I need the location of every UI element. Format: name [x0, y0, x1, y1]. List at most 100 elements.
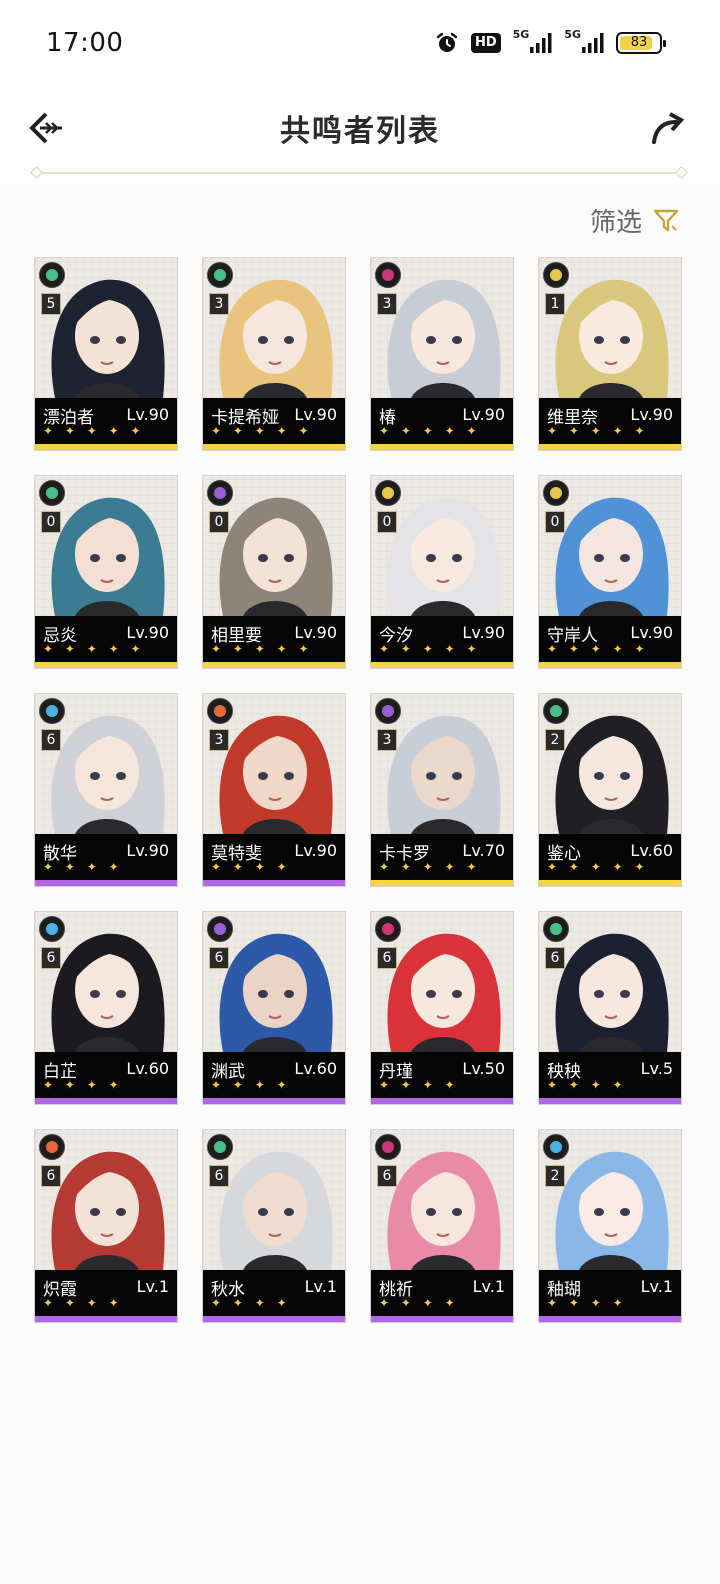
rarity-bar [35, 1316, 177, 1322]
character-stars: ✦ ✦ ✦ ✦ ✦ [379, 860, 481, 874]
character-portrait: 2 [539, 1130, 681, 1270]
character-info: 忌炎 Lv.90 ✦ ✦ ✦ ✦ ✦ [35, 616, 177, 662]
character-level: Lv.1 [136, 1277, 169, 1296]
electro-icon [207, 480, 233, 506]
character-info: 秧秧 Lv.5 ✦ ✦ ✦ ✦ [539, 1052, 681, 1098]
character-info: 秋水 Lv.1 ✦ ✦ ✦ ✦ [203, 1270, 345, 1316]
rank-badge: 5 [41, 293, 61, 315]
rank-badge: 2 [545, 729, 565, 751]
character-card[interactable]: 1 维里奈 Lv.90 ✦ ✦ ✦ ✦ ✦ [538, 257, 682, 451]
electro-icon [375, 698, 401, 724]
character-stars: ✦ ✦ ✦ ✦ [211, 860, 291, 874]
character-card[interactable]: 6 桃祈 Lv.1 ✦ ✦ ✦ ✦ [370, 1129, 514, 1323]
rarity-bar [371, 444, 513, 450]
glacio-icon [39, 698, 65, 724]
character-stars: ✦ ✦ ✦ ✦ ✦ [43, 642, 145, 656]
character-info: 卡提希娅 Lv.90 ✦ ✦ ✦ ✦ ✦ [203, 398, 345, 444]
network-label-2: 5G [564, 28, 581, 41]
rarity-bar [371, 1316, 513, 1322]
aero-icon [39, 262, 65, 288]
share-button[interactable] [646, 106, 690, 150]
rank-badge: 6 [41, 947, 61, 969]
character-info: 今汐 Lv.90 ✦ ✦ ✦ ✦ ✦ [371, 616, 513, 662]
character-card[interactable]: 6 秧秧 Lv.5 ✦ ✦ ✦ ✦ [538, 911, 682, 1105]
character-portrait: 3 [203, 258, 345, 398]
glacio-icon [39, 916, 65, 942]
character-card[interactable]: 0 守岸人 Lv.90 ✦ ✦ ✦ ✦ ✦ [538, 475, 682, 669]
character-card[interactable]: 3 莫特斐 Lv.90 ✦ ✦ ✦ ✦ [202, 693, 346, 887]
character-info: 维里奈 Lv.90 ✦ ✦ ✦ ✦ ✦ [539, 398, 681, 444]
character-portrait: 5 [35, 258, 177, 398]
character-card[interactable]: 0 相里要 Lv.90 ✦ ✦ ✦ ✦ ✦ [202, 475, 346, 669]
character-level: Lv.90 [630, 405, 673, 424]
status-bar: 17:00 HD 5G 5G 83 [0, 0, 720, 86]
character-card[interactable]: 2 釉瑚 Lv.1 ✦ ✦ ✦ ✦ [538, 1129, 682, 1323]
character-level: Lv.90 [630, 623, 673, 642]
character-stars: ✦ ✦ ✦ ✦ [379, 1078, 459, 1092]
character-portrait: 6 [203, 912, 345, 1052]
character-portrait: 3 [203, 694, 345, 834]
character-info: 相里要 Lv.90 ✦ ✦ ✦ ✦ ✦ [203, 616, 345, 662]
rank-badge: 0 [41, 511, 61, 533]
character-portrait: 6 [35, 1130, 177, 1270]
character-card[interactable]: 6 散华 Lv.90 ✦ ✦ ✦ ✦ [34, 693, 178, 887]
character-card[interactable]: 3 卡卡罗 Lv.70 ✦ ✦ ✦ ✦ ✦ [370, 693, 514, 887]
character-stars: ✦ ✦ ✦ ✦ ✦ [211, 424, 313, 438]
character-level: Lv.90 [462, 405, 505, 424]
character-card[interactable]: 0 忌炎 Lv.90 ✦ ✦ ✦ ✦ ✦ [34, 475, 178, 669]
character-portrait: 6 [371, 912, 513, 1052]
filter-button[interactable]: 筛选 [590, 200, 680, 240]
fusion-icon [39, 1134, 65, 1160]
character-portrait: 2 [539, 694, 681, 834]
rarity-bar [203, 1098, 345, 1104]
character-portrait: 0 [371, 476, 513, 616]
character-card[interactable]: 6 炽霞 Lv.1 ✦ ✦ ✦ ✦ [34, 1129, 178, 1323]
character-level: Lv.90 [126, 841, 169, 860]
character-portrait: 6 [539, 912, 681, 1052]
character-level: Lv.60 [630, 841, 673, 860]
rank-badge: 6 [377, 1165, 397, 1187]
character-portrait: 6 [371, 1130, 513, 1270]
havoc-icon [375, 1134, 401, 1160]
rarity-bar [203, 662, 345, 668]
rank-badge: 3 [209, 293, 229, 315]
signal-5g-icon: 5G [513, 28, 553, 58]
character-portrait: 1 [539, 258, 681, 398]
character-stars: ✦ ✦ ✦ ✦ ✦ [43, 424, 145, 438]
character-card[interactable]: 3 椿 Lv.90 ✦ ✦ ✦ ✦ ✦ [370, 257, 514, 451]
alarm-icon [435, 28, 459, 58]
character-info: 莫特斐 Lv.90 ✦ ✦ ✦ ✦ [203, 834, 345, 880]
character-stars: ✦ ✦ ✦ ✦ ✦ [547, 860, 649, 874]
character-card[interactable]: 3 卡提希娅 Lv.90 ✦ ✦ ✦ ✦ ✦ [202, 257, 346, 451]
rarity-bar [539, 1316, 681, 1322]
character-level: Lv.60 [294, 1059, 337, 1078]
rank-badge: 6 [41, 1165, 61, 1187]
rank-badge: 6 [209, 947, 229, 969]
rarity-bar [371, 1098, 513, 1104]
aero-icon [39, 480, 65, 506]
character-level: Lv.1 [304, 1277, 337, 1296]
character-card[interactable]: 5 漂泊者 Lv.90 ✦ ✦ ✦ ✦ ✦ [34, 257, 178, 451]
character-card[interactable]: 6 秋水 Lv.1 ✦ ✦ ✦ ✦ [202, 1129, 346, 1323]
rank-badge: 6 [545, 947, 565, 969]
character-card[interactable]: 6 渊武 Lv.60 ✦ ✦ ✦ ✦ [202, 911, 346, 1105]
character-grid: 5 漂泊者 Lv.90 ✦ ✦ ✦ ✦ ✦ 3 卡提希娅 Lv.90 ✦ ✦ ✦… [34, 257, 682, 1323]
character-stars: ✦ ✦ ✦ ✦ [211, 1296, 291, 1310]
character-card[interactable]: 6 丹瑾 Lv.50 ✦ ✦ ✦ ✦ [370, 911, 514, 1105]
character-card[interactable]: 6 白芷 Lv.60 ✦ ✦ ✦ ✦ [34, 911, 178, 1105]
rank-badge: 0 [545, 511, 565, 533]
hd-label: HD [470, 33, 501, 53]
character-level: Lv.90 [294, 405, 337, 424]
aero-icon [543, 916, 569, 942]
fusion-icon [207, 698, 233, 724]
character-info: 卡卡罗 Lv.70 ✦ ✦ ✦ ✦ ✦ [371, 834, 513, 880]
rarity-bar [371, 880, 513, 886]
character-card[interactable]: 2 鉴心 Lv.60 ✦ ✦ ✦ ✦ ✦ [538, 693, 682, 887]
battery-icon: 83 [616, 28, 666, 58]
character-level: Lv.90 [462, 623, 505, 642]
character-stars: ✦ ✦ ✦ ✦ [211, 1078, 291, 1092]
character-info: 渊武 Lv.60 ✦ ✦ ✦ ✦ [203, 1052, 345, 1098]
character-card[interactable]: 0 今汐 Lv.90 ✦ ✦ ✦ ✦ ✦ [370, 475, 514, 669]
rank-badge: 1 [545, 293, 565, 315]
character-info: 散华 Lv.90 ✦ ✦ ✦ ✦ [35, 834, 177, 880]
